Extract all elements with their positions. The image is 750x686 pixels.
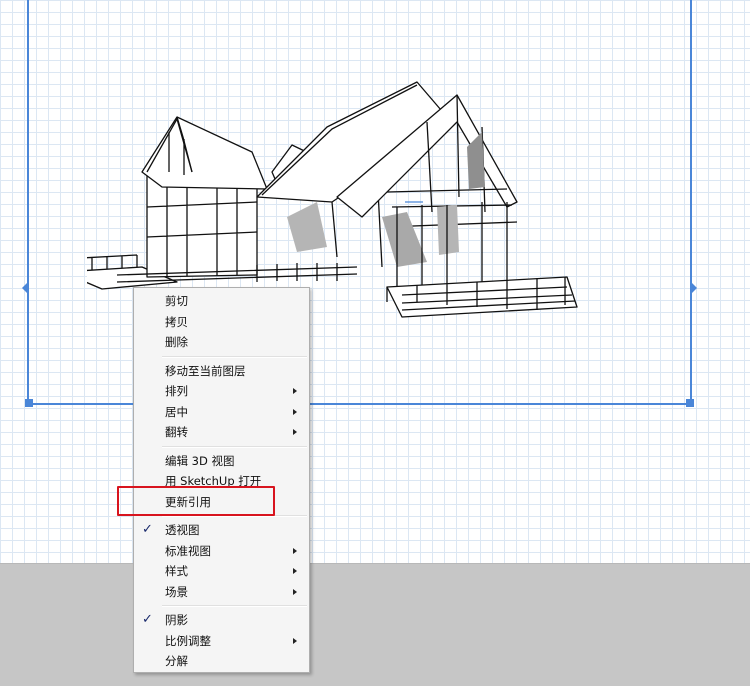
menu-item-label: 标准视图 <box>165 543 211 558</box>
menu-separator <box>162 605 307 607</box>
checkmark-icon: ✓ <box>142 612 153 627</box>
menu-item-label: 样式 <box>165 564 188 578</box>
layout-paper-canvas[interactable] <box>0 0 750 564</box>
menu-item-label: 翻转 <box>165 425 188 439</box>
resize-handle-bottom-left[interactable] <box>25 399 33 407</box>
submenu-arrow-icon <box>293 547 297 554</box>
menu-item-label: 阴影 <box>165 613 188 627</box>
sketchup-model-viewport[interactable] <box>22 0 697 407</box>
menu-item-move-to-current-layer[interactable]: 移动至当前图层 <box>134 361 309 382</box>
menu-item-arrange[interactable]: 排列 <box>134 381 309 402</box>
menu-item-label: 排列 <box>165 384 188 398</box>
submenu-arrow-icon <box>293 388 297 394</box>
submenu-arrow-icon <box>293 429 297 435</box>
menu-item-label: 删除 <box>165 335 188 349</box>
menu-group-misc: ✓ 阴影 比例调整 分解 <box>134 610 309 672</box>
menu-item-label: 分解 <box>165 654 188 668</box>
menu-item-flip[interactable]: 翻转 <box>134 422 309 443</box>
menu-item-label: 移动至当前图层 <box>165 363 246 378</box>
annotation-highlight-box <box>117 486 275 516</box>
menu-item-scale[interactable]: 比例调整 <box>134 631 309 652</box>
resize-handle-left[interactable] <box>22 283 27 293</box>
resize-handle-bottom-right[interactable] <box>686 399 694 407</box>
menu-item-standard-views[interactable]: 标准视图 <box>134 541 309 562</box>
menu-item-label: 透视图 <box>165 523 200 537</box>
menu-group-view: ✓ 透视图 标准视图 样式 场景 <box>134 520 309 602</box>
submenu-arrow-icon <box>293 588 297 595</box>
house-model-drawing[interactable] <box>87 77 587 322</box>
menu-item-label: 拷贝 <box>165 314 188 329</box>
menu-group-edit: 剪切 拷贝 删除 <box>134 291 309 353</box>
resize-handle-right[interactable] <box>692 283 697 293</box>
menu-item-explode[interactable]: 分解 <box>134 651 309 672</box>
menu-item-label: 场景 <box>165 584 188 599</box>
menu-item-scenes[interactable]: 场景 <box>134 582 309 603</box>
submenu-arrow-icon <box>293 637 297 644</box>
menu-item-perspective[interactable]: ✓ 透视图 <box>134 520 309 541</box>
menu-item-center[interactable]: 居中 <box>134 402 309 423</box>
menu-item-label: 居中 <box>165 404 188 419</box>
menu-item-label: 编辑 3D 视图 <box>165 453 235 468</box>
menu-item-copy[interactable]: 拷贝 <box>134 312 309 333</box>
menu-item-delete[interactable]: 删除 <box>134 332 309 353</box>
context-menu: 剪切 拷贝 删除 移动至当前图层 排列 居中 翻转 编辑 3D 视图 用 Ske… <box>133 287 310 673</box>
menu-item-styles[interactable]: 样式 <box>134 561 309 582</box>
menu-group-arrange: 移动至当前图层 排列 居中 翻转 <box>134 361 309 443</box>
submenu-arrow-icon <box>293 568 297 574</box>
menu-item-edit-3d-view[interactable]: 编辑 3D 视图 <box>134 451 309 472</box>
menu-separator <box>162 355 307 358</box>
menu-item-shadows[interactable]: ✓ 阴影 <box>134 610 309 631</box>
menu-separator <box>162 445 307 448</box>
menu-item-cut[interactable]: 剪切 <box>134 291 309 312</box>
menu-item-label: 比例调整 <box>165 633 211 648</box>
menu-item-label: 剪切 <box>165 294 188 308</box>
checkmark-icon: ✓ <box>142 522 153 537</box>
submenu-arrow-icon <box>293 408 297 415</box>
